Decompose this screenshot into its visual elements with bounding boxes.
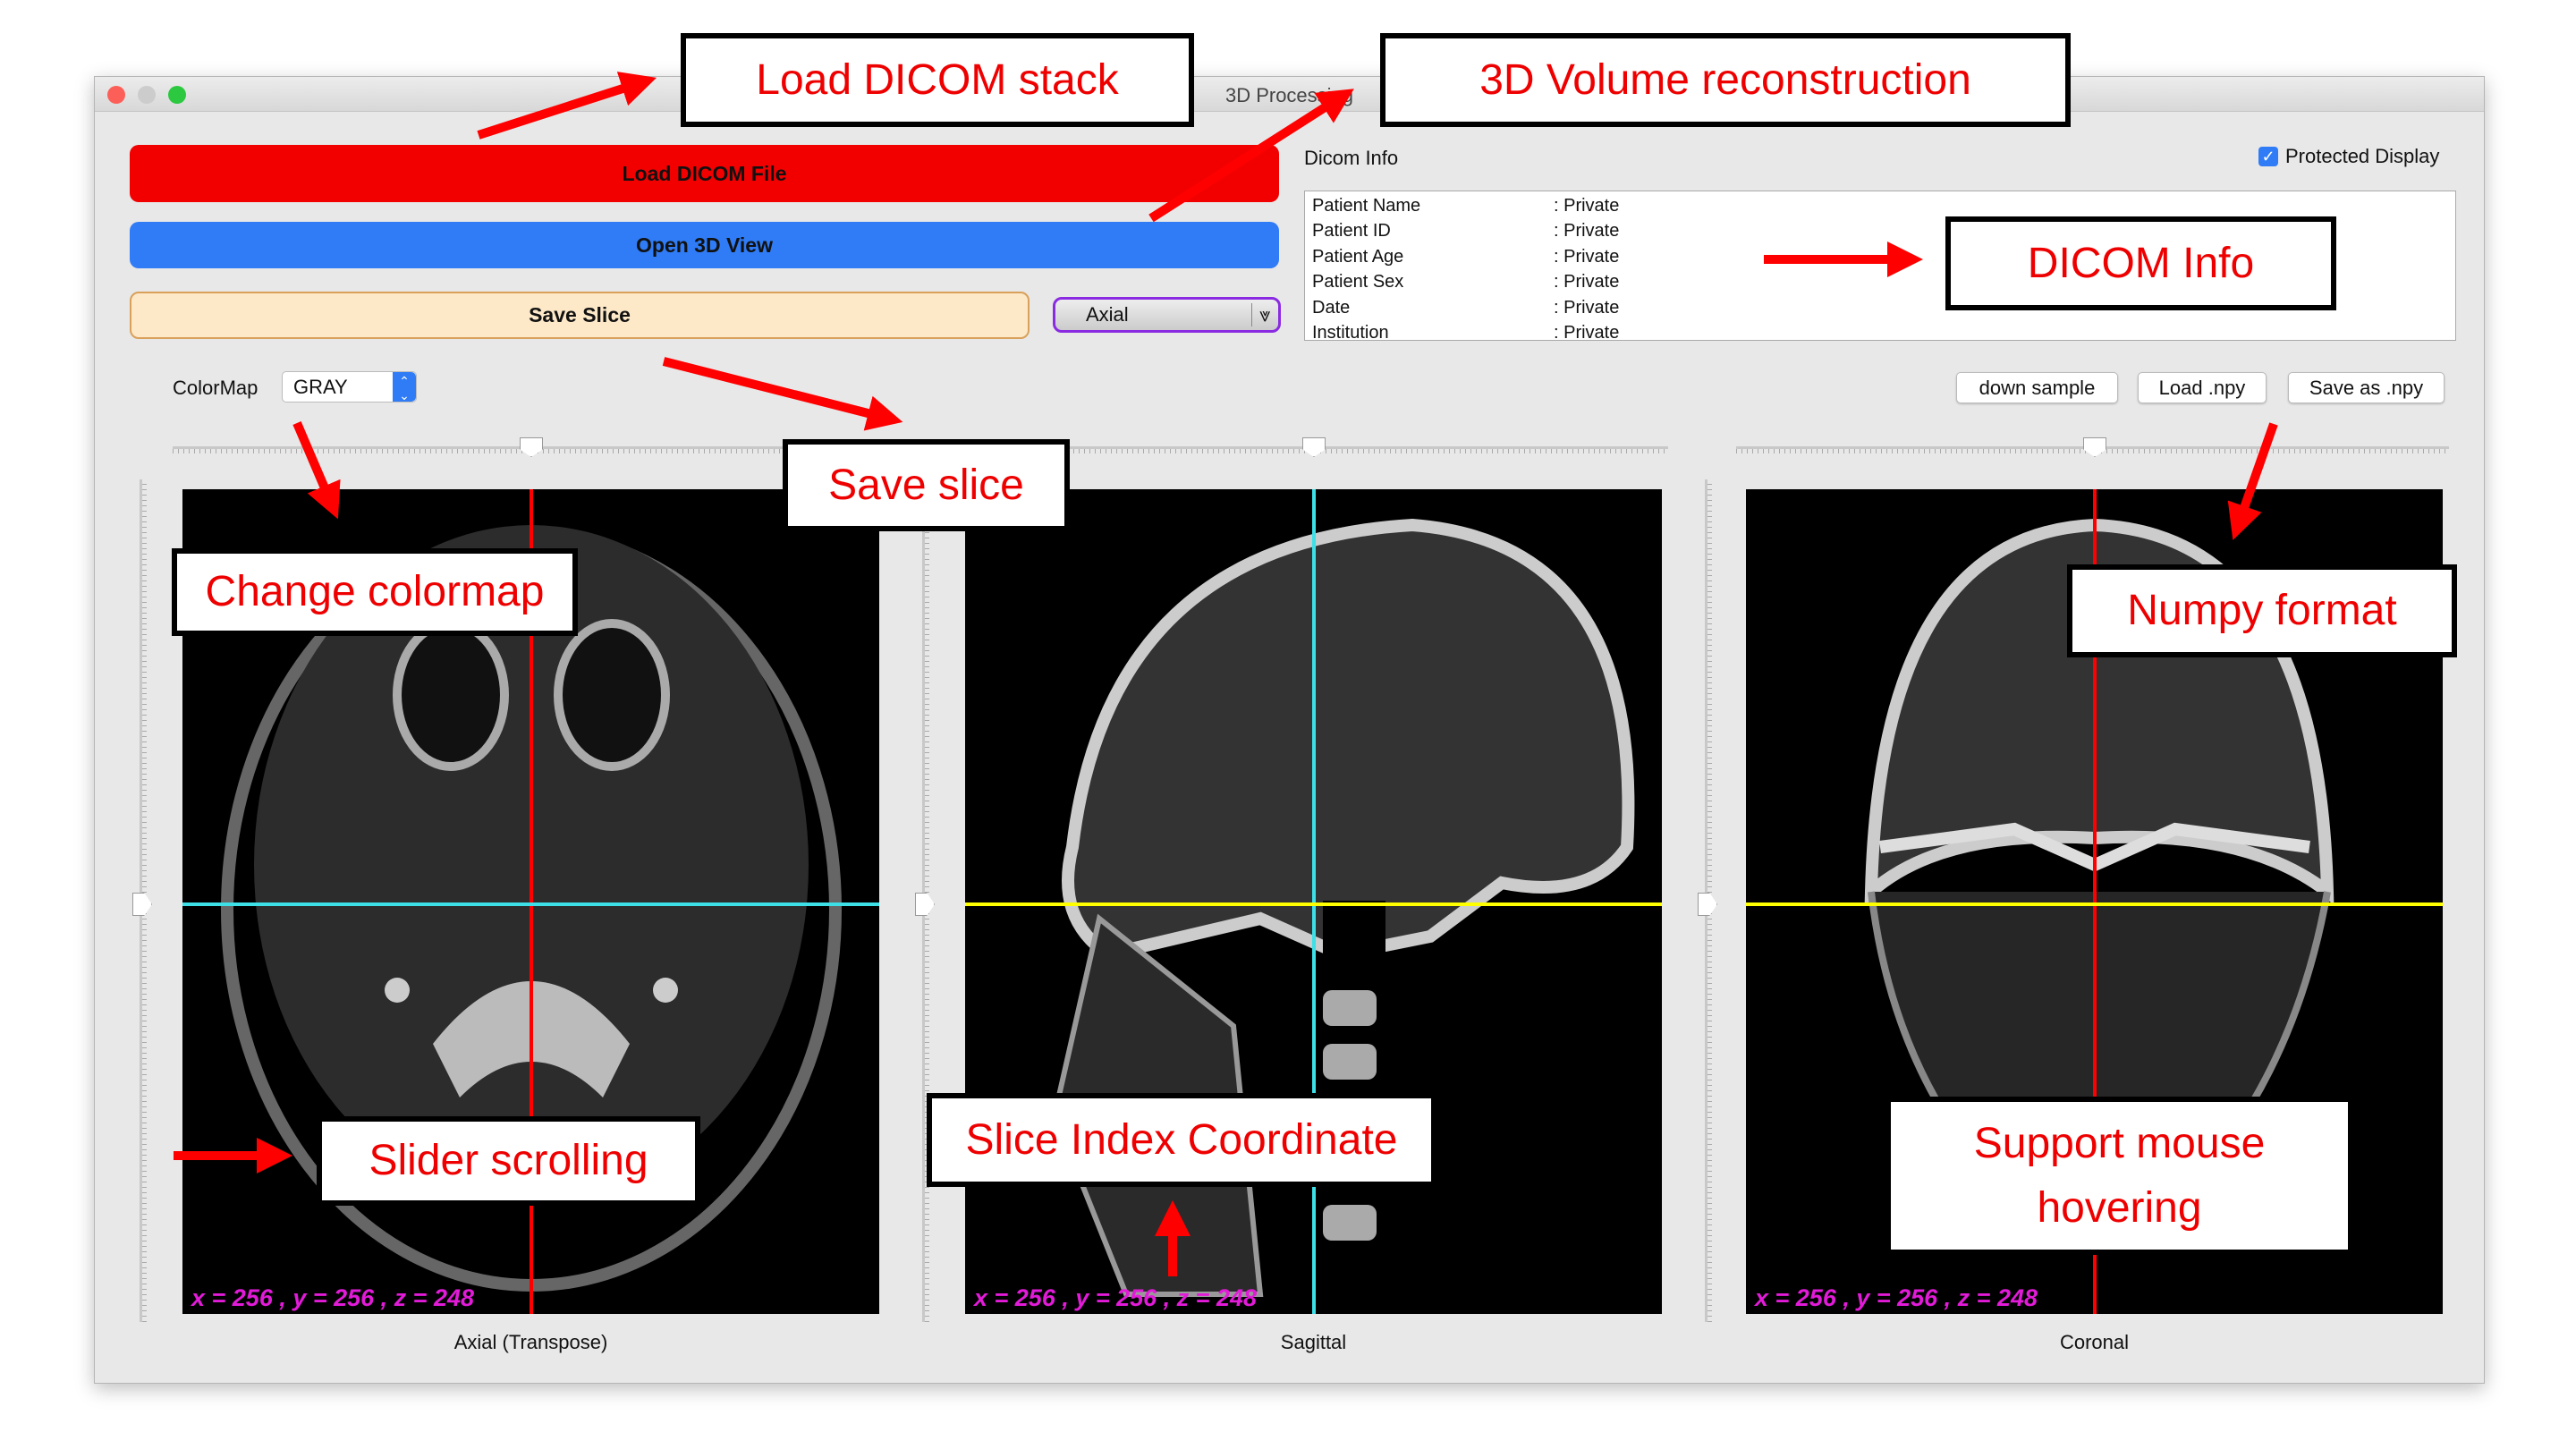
callout-hover: Support mouse hovering — [1885, 1097, 2353, 1255]
arrow-colormap — [292, 421, 341, 520]
callout-numpy: Numpy format — [2067, 564, 2457, 657]
callout-hover-line2: hovering — [2037, 1183, 2202, 1232]
callout-load-stack: Load DICOM stack — [681, 33, 1194, 127]
callout-volume: 3D Volume reconstruction — [1380, 33, 2071, 127]
callout-save-slice: Save slice — [783, 439, 1070, 531]
callout-dicom-info: DICOM Info — [1945, 216, 2336, 310]
arrow-numpy — [2227, 422, 2278, 540]
arrow-load — [477, 72, 657, 140]
callout-coord: Slice Index Coordinate — [927, 1093, 1436, 1187]
callout-hover-line1: Support mouse — [1973, 1119, 2266, 1167]
callout-slider: Slider scrolling — [317, 1116, 700, 1206]
arrow-save — [662, 357, 903, 431]
callout-colormap: Change colormap — [172, 548, 578, 636]
